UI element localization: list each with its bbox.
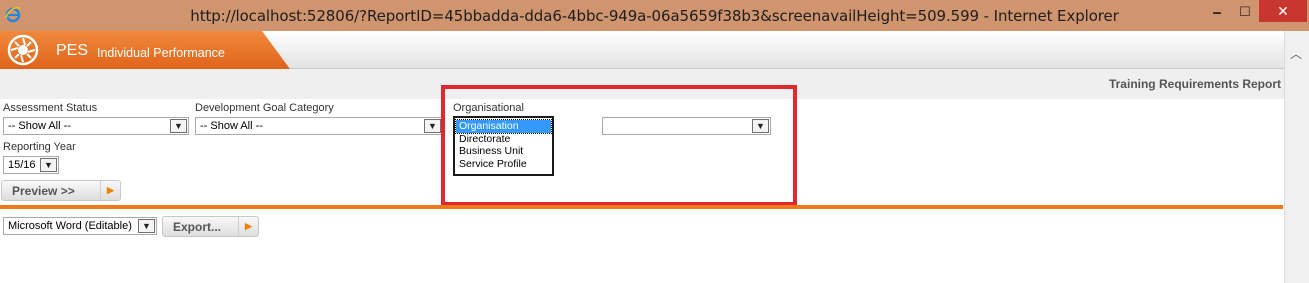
highlight-box (441, 85, 797, 206)
brand-banner: PES Individual Performance (0, 31, 290, 69)
scroll-up-icon[interactable]: ︿ (1290, 45, 1302, 62)
close-button[interactable]: ✕ (1259, 0, 1307, 22)
pes-logo-icon (7, 34, 39, 66)
play-arrow-icon: ▶ (238, 217, 258, 236)
export-format-select[interactable]: Microsoft Word (Editable) ▼ (3, 217, 157, 235)
window-title: http://localhost:52806/?ReportID=45bbadd… (190, 7, 1119, 25)
report-title: Training Requirements Report (1108, 77, 1281, 91)
assessment-status-value: -- Show All -- (8, 120, 71, 132)
maximize-button[interactable]: ☐ (1229, 0, 1261, 26)
vertical-scrollbar[interactable]: ︿ (1284, 31, 1309, 283)
window-titlebar: http://localhost:52806/?ReportID=45bbadd… (0, 0, 1309, 31)
export-button-label: Export... (173, 220, 222, 234)
reporting-year-value: 15/16 (8, 159, 36, 171)
reporting-year-label: Reporting Year (3, 141, 76, 153)
chevron-down-icon[interactable]: ▼ (170, 119, 187, 133)
chevron-down-icon[interactable]: ▼ (424, 119, 441, 133)
brand-title: PES (56, 42, 89, 59)
development-goal-category-value: -- Show All -- (200, 120, 263, 132)
preview-button[interactable]: Preview >> ▶ (1, 180, 121, 201)
play-arrow-icon: ▶ (100, 181, 120, 200)
preview-button-label: Preview >> (12, 184, 75, 198)
brand-subtitle: Individual Performance (97, 46, 225, 60)
chevron-down-icon[interactable]: ▼ (138, 219, 155, 233)
development-goal-category-select[interactable]: -- Show All -- ▼ (195, 117, 443, 135)
assessment-status-label: Assessment Status (3, 102, 98, 114)
app-header: PES Individual Performance (0, 31, 1284, 69)
section-divider (0, 205, 1283, 209)
development-goal-category-label: Development Goal Category (195, 102, 334, 114)
export-button[interactable]: Export... ▶ (162, 216, 259, 237)
chevron-down-icon[interactable]: ▼ (40, 158, 57, 172)
assessment-status-select[interactable]: -- Show All -- ▼ (3, 117, 189, 135)
export-format-value: Microsoft Word (Editable) (8, 220, 132, 232)
reporting-year-select[interactable]: 15/16 ▼ (3, 156, 59, 174)
